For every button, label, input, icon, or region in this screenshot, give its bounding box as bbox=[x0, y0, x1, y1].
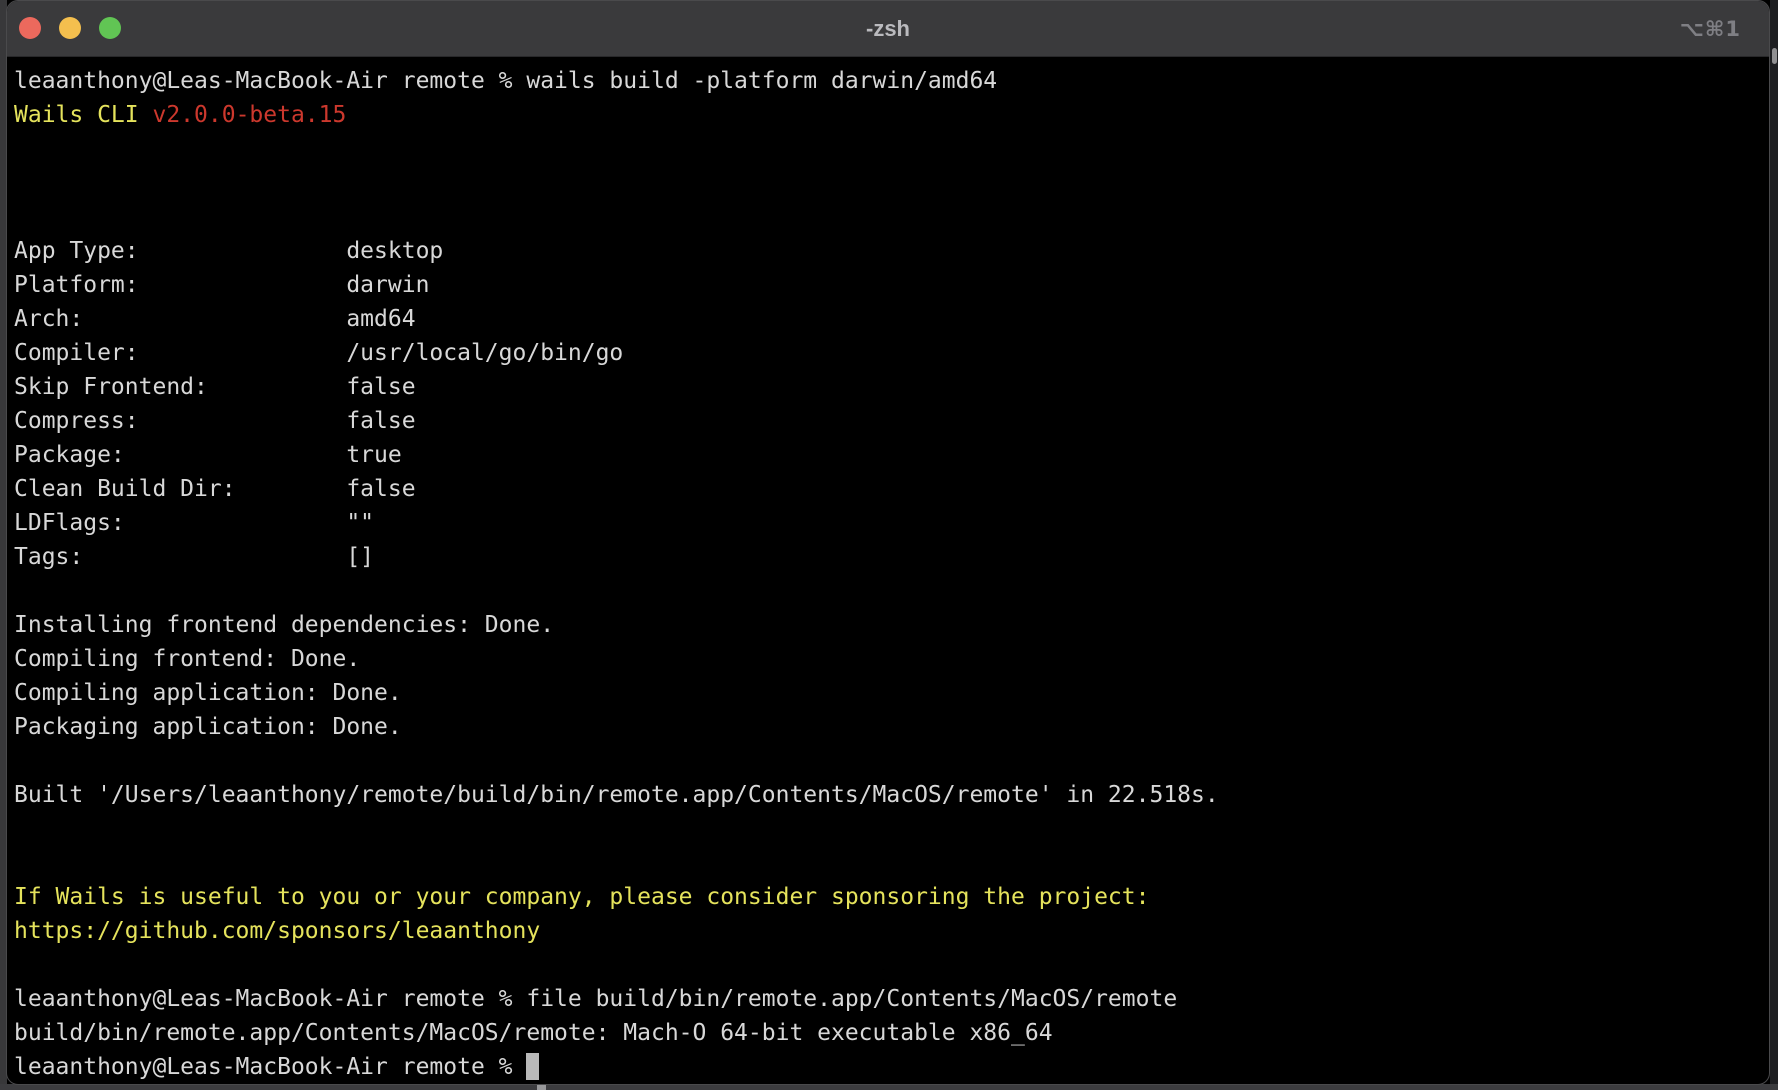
terminal-line bbox=[14, 574, 1769, 608]
terminal-text: Clean Build Dir: false bbox=[14, 476, 416, 502]
terminal-window: -zsh ⌥⌘1 leaanthony@Leas-MacBook-Air rem… bbox=[6, 0, 1770, 1085]
terminal-line: Skip Frontend: false bbox=[14, 370, 1769, 404]
terminal-line: Compiling application: Done. bbox=[14, 676, 1769, 710]
terminal-text: leaanthony@Leas-MacBook-Air remote % wai… bbox=[14, 68, 997, 94]
terminal-text: Arch: amd64 bbox=[14, 306, 416, 332]
terminal-line: leaanthony@Leas-MacBook-Air remote % fil… bbox=[14, 982, 1769, 1016]
terminal-cursor bbox=[526, 1053, 539, 1080]
terminal-line: App Type: desktop bbox=[14, 234, 1769, 268]
terminal-line: Installing frontend dependencies: Done. bbox=[14, 608, 1769, 642]
terminal-line: Compress: false bbox=[14, 404, 1769, 438]
terminal-text: v2.0.0-beta.15 bbox=[152, 102, 346, 128]
terminal-line: leaanthony@Leas-MacBook-Air remote % wai… bbox=[14, 64, 1769, 98]
terminal-line: Clean Build Dir: false bbox=[14, 472, 1769, 506]
terminal-line: Tags: [] bbox=[14, 540, 1769, 574]
terminal-line: LDFlags: "" bbox=[14, 506, 1769, 540]
terminal-text: Compress: false bbox=[14, 408, 416, 434]
terminal-line bbox=[14, 948, 1769, 982]
terminal-text: LDFlags: "" bbox=[14, 510, 374, 536]
terminal-line: leaanthony@Leas-MacBook-Air remote % bbox=[14, 1050, 1769, 1084]
terminal-text: build/bin/remote.app/Contents/MacOS/remo… bbox=[14, 1020, 1053, 1046]
terminal-line: Packaging application: Done. bbox=[14, 710, 1769, 744]
terminal-text: Built '/Users/leaanthony/remote/build/bi… bbox=[14, 782, 1219, 808]
desktop-canvas: -zsh ⌥⌘1 leaanthony@Leas-MacBook-Air rem… bbox=[0, 0, 1778, 1090]
terminal-line bbox=[14, 812, 1769, 846]
terminal-line bbox=[14, 744, 1769, 778]
terminal-text: leaanthony@Leas-MacBook-Air remote % bbox=[14, 1054, 526, 1080]
terminal-line: Arch: amd64 bbox=[14, 302, 1769, 336]
terminal-text: App Type: desktop bbox=[14, 238, 443, 264]
terminal-text: Skip Frontend: false bbox=[14, 374, 416, 400]
terminal-text: Compiler: /usr/local/go/bin/go bbox=[14, 340, 623, 366]
terminal-text: Packaging application: Done. bbox=[14, 714, 402, 740]
terminal-text: Compiling frontend: Done. bbox=[14, 646, 360, 672]
titlebar[interactable]: -zsh ⌥⌘1 bbox=[7, 1, 1769, 57]
terminal-line: build/bin/remote.app/Contents/MacOS/remo… bbox=[14, 1016, 1769, 1050]
terminal-line bbox=[14, 132, 1769, 166]
window-shortcut-hint: ⌥⌘1 bbox=[1680, 1, 1741, 56]
terminal-text: Installing frontend dependencies: Done. bbox=[14, 612, 554, 638]
terminal-line: https://github.com/sponsors/leaanthony bbox=[14, 914, 1769, 948]
terminal-line: Built '/Users/leaanthony/remote/build/bi… bbox=[14, 778, 1769, 812]
terminal-text: https://github.com/sponsors/leaanthony bbox=[14, 918, 540, 944]
terminal-line: Wails CLI v2.0.0-beta.15 bbox=[14, 98, 1769, 132]
terminal-text: If Wails is useful to you or your compan… bbox=[14, 884, 1149, 910]
terminal-text: Package: true bbox=[14, 442, 402, 468]
terminal-line: Compiler: /usr/local/go/bin/go bbox=[14, 336, 1769, 370]
terminal-line bbox=[14, 200, 1769, 234]
terminal-line bbox=[14, 166, 1769, 200]
terminal-line: If Wails is useful to you or your compan… bbox=[14, 880, 1769, 914]
terminal-text: leaanthony@Leas-MacBook-Air remote % fil… bbox=[14, 986, 1177, 1012]
terminal-line: Package: true bbox=[14, 438, 1769, 472]
terminal-text: Platform: darwin bbox=[14, 272, 429, 298]
terminal-line: Platform: darwin bbox=[14, 268, 1769, 302]
terminal-line: Compiling frontend: Done. bbox=[14, 642, 1769, 676]
terminal-line bbox=[14, 846, 1769, 880]
terminal-text: Wails CLI bbox=[14, 102, 152, 128]
window-title: -zsh bbox=[7, 1, 1769, 56]
terminal-screen[interactable]: leaanthony@Leas-MacBook-Air remote % wai… bbox=[7, 57, 1769, 1084]
terminal-text: Compiling application: Done. bbox=[14, 680, 402, 706]
terminal-text: Tags: [] bbox=[14, 544, 374, 570]
background-window-right-sliver bbox=[1770, 0, 1778, 1090]
background-scrollbar-thumb bbox=[1772, 48, 1777, 64]
